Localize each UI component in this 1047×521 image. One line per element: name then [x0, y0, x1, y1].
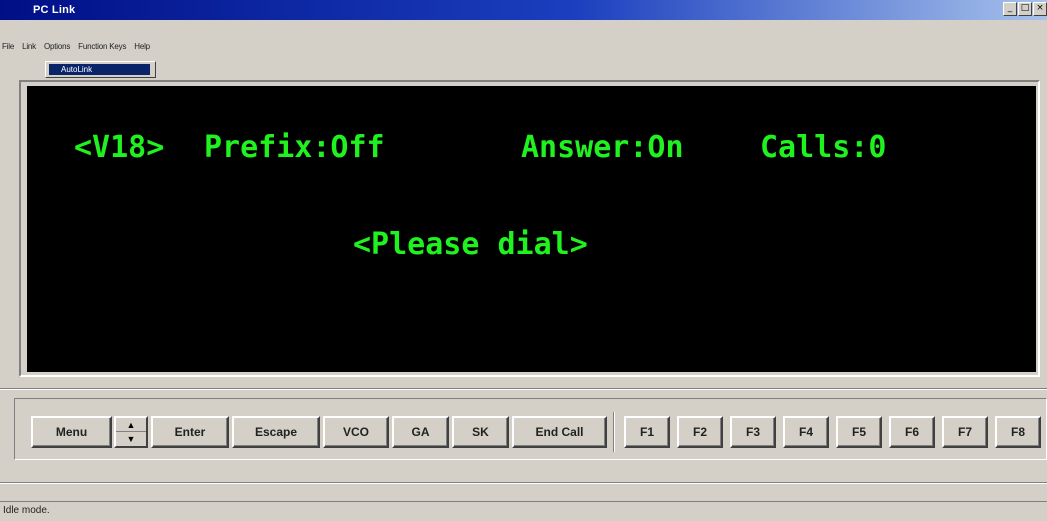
- f5-button-label: F5: [851, 425, 866, 439]
- f6-button-label: F6: [904, 425, 919, 439]
- menu-help[interactable]: Help: [130, 42, 154, 51]
- f7-button[interactable]: F7: [942, 416, 988, 448]
- escape-button-label: Escape: [254, 425, 298, 439]
- ga-button-label: GA: [411, 425, 430, 439]
- minimize-icon[interactable]: _: [1003, 2, 1017, 16]
- enter-button[interactable]: Enter: [151, 416, 229, 448]
- end-call-button-label: End Call: [535, 425, 584, 439]
- link-menu-dropdown: AutoLink: [45, 61, 156, 78]
- menu-button[interactable]: Menu: [31, 416, 112, 448]
- answer-status: Answer:On: [521, 130, 684, 165]
- f2-button[interactable]: F2: [677, 416, 723, 448]
- arrow-up-icon[interactable]: ▲: [116, 418, 146, 432]
- f4-button-label: F4: [798, 425, 813, 439]
- status-bar: Idle mode.: [0, 501, 1047, 521]
- f4-button[interactable]: F4: [783, 416, 829, 448]
- end-call-button[interactable]: End Call: [512, 416, 607, 448]
- vco-button[interactable]: VCO: [323, 416, 389, 448]
- window-title: PC Link: [33, 4, 76, 16]
- title-bar[interactable]: PC Link _ □ ×: [0, 0, 1047, 20]
- status-text: Idle mode.: [3, 505, 50, 516]
- menu-link[interactable]: Link: [18, 42, 40, 51]
- separator: [0, 482, 1047, 484]
- prefix-status: Prefix:Off: [204, 130, 385, 165]
- window-controls: _ □ ×: [1003, 2, 1047, 16]
- f3-button-label: F3: [745, 425, 760, 439]
- close-icon[interactable]: ×: [1033, 2, 1047, 16]
- ga-button[interactable]: GA: [392, 416, 449, 448]
- separator: [0, 388, 1047, 390]
- f6-button[interactable]: F6: [889, 416, 935, 448]
- menu-options[interactable]: Options: [40, 42, 74, 51]
- vco-button-label: VCO: [342, 425, 369, 439]
- calls-count: Calls:0: [760, 130, 887, 165]
- menu-function-keys[interactable]: Function Keys: [74, 42, 130, 51]
- menu-file[interactable]: File: [0, 42, 18, 51]
- f3-button[interactable]: F3: [730, 416, 776, 448]
- f1-button-label: F1: [639, 425, 654, 439]
- mode-indicator: <V18>: [74, 130, 165, 165]
- f5-button[interactable]: F5: [836, 416, 882, 448]
- menu-item-autolink[interactable]: AutoLink: [49, 64, 150, 75]
- f7-button-label: F7: [957, 425, 972, 439]
- f8-button[interactable]: F8: [995, 416, 1041, 448]
- sk-button-label: SK: [472, 425, 489, 439]
- sk-button[interactable]: SK: [452, 416, 509, 448]
- escape-button[interactable]: Escape: [232, 416, 320, 448]
- f1-button[interactable]: F1: [624, 416, 670, 448]
- f8-button-label: F8: [1010, 425, 1025, 439]
- terminal-display: <V18> Prefix:Off Answer:On Calls:0 <Plea…: [27, 86, 1036, 372]
- toolbar-divider: [613, 412, 615, 452]
- enter-button-label: Enter: [174, 425, 206, 439]
- maximize-icon[interactable]: □: [1018, 2, 1032, 16]
- menu-bar: File Link Options Function Keys Help: [0, 38, 154, 54]
- scroll-stepper[interactable]: ▲ ▼: [114, 416, 148, 448]
- arrow-down-icon[interactable]: ▼: [116, 432, 146, 446]
- f2-button-label: F2: [692, 425, 707, 439]
- menu-button-label: Menu: [55, 425, 88, 439]
- dial-prompt: <Please dial>: [353, 227, 588, 262]
